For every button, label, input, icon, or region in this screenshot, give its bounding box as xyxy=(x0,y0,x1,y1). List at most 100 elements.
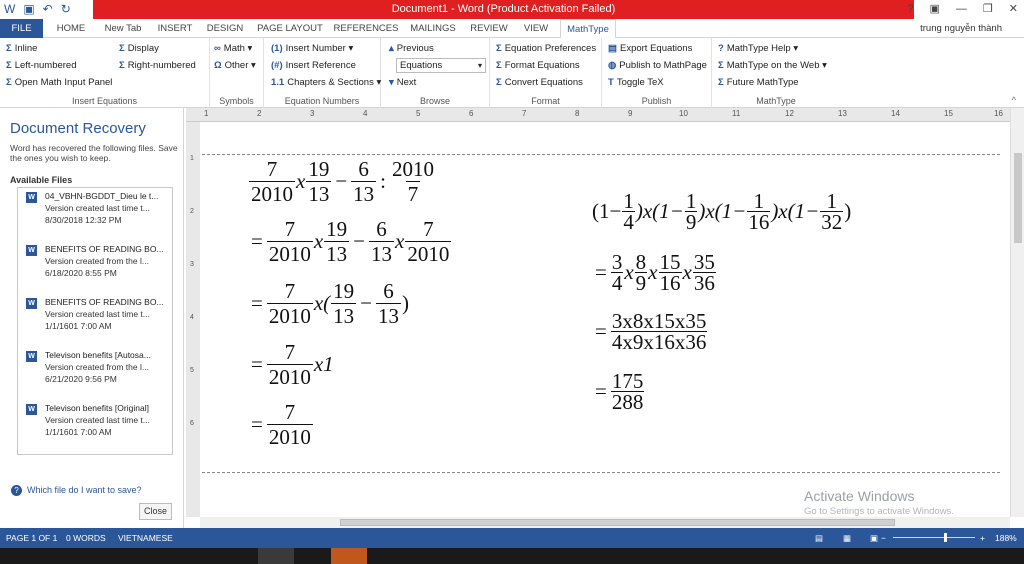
tab-references[interactable]: REFERENCES xyxy=(332,19,400,38)
word-doc-icon: W xyxy=(26,404,37,415)
language-indicator[interactable]: VIETNAMESE xyxy=(118,528,173,548)
toggle-tex-button[interactable]: T Toggle TeX xyxy=(608,76,664,89)
tab-file[interactable]: FILE xyxy=(0,19,43,38)
expression-part: )x(1− xyxy=(635,199,684,223)
tab-mathtype[interactable]: MathType xyxy=(560,19,616,39)
previous-button[interactable]: ▴ Previous xyxy=(389,42,434,55)
chapters-sections-button[interactable]: 1.1 Chapters & Sections ▾ xyxy=(271,76,381,89)
insert-reference-button[interactable]: (#) Insert Reference xyxy=(271,59,356,72)
help-icon[interactable]: ? xyxy=(907,0,913,19)
denominator: 2010 xyxy=(266,424,313,449)
which-file-help-link[interactable]: ? Which file do I want to save? xyxy=(11,485,142,496)
ribbon-display-icon[interactable]: ▣ xyxy=(930,0,940,19)
tab-view[interactable]: VIEW xyxy=(517,19,555,38)
number-icon: (1) xyxy=(271,43,283,54)
numerator: 1 xyxy=(623,189,634,213)
recovered-file-item[interactable]: W Televison benefits [Original] Version … xyxy=(18,400,172,452)
close-icon[interactable]: ✕ xyxy=(1009,0,1018,19)
mathtype-help-button[interactable]: ? MathType Help ▾ xyxy=(718,42,798,55)
web-layout-icon[interactable]: ▣ xyxy=(870,528,878,548)
denominator: 36 xyxy=(692,271,716,295)
math-symbols-button[interactable]: ∞ Math ▾ xyxy=(214,42,252,55)
page-count[interactable]: PAGE 1 OF 1 xyxy=(6,528,57,548)
recovered-file-item[interactable]: W 04_VBHN-BGDDT_Dieu le t... Version cre… xyxy=(18,188,172,240)
insert-number-button[interactable]: (1) Insert Number ▾ xyxy=(271,42,353,55)
sigma-icon: Σ xyxy=(119,43,125,54)
numerator: 3x8x15x35 xyxy=(611,309,707,333)
numerator: 7 xyxy=(423,217,434,241)
denominator: 7 xyxy=(405,181,421,206)
left-numbered-button[interactable]: Σ Left-numbered xyxy=(6,59,77,72)
word-count[interactable]: 0 WORDS xyxy=(66,528,106,548)
user-account[interactable]: trung nguyễn thành xyxy=(920,19,1002,38)
zoom-level[interactable]: 188% xyxy=(995,528,1017,548)
denominator: 2010 xyxy=(266,364,313,389)
print-layout-icon[interactable]: ▦ xyxy=(843,528,851,548)
help-link-text: Which file do I want to save? xyxy=(27,485,142,495)
tab-new-tab[interactable]: New Tab xyxy=(97,19,149,38)
ribbon-tabs: FILE HOME New Tab INSERT DESIGN PAGE LAY… xyxy=(0,19,1024,39)
ruler-number: 5 xyxy=(190,367,194,374)
zoom-in-icon[interactable]: + xyxy=(980,528,985,548)
fraction: 7 2010 xyxy=(405,217,452,265)
horizontal-scrollbar[interactable] xyxy=(200,517,1010,528)
denominator: 13 xyxy=(351,181,377,206)
equation-preferences-button[interactable]: Σ Equation Preferences xyxy=(496,42,596,55)
tab-insert[interactable]: INSERT xyxy=(153,19,197,38)
publish-to-mathpage-button[interactable]: ◍ Publish to MathPage xyxy=(608,59,707,72)
tab-page-layout[interactable]: PAGE LAYOUT xyxy=(253,19,327,38)
future-mathtype-button[interactable]: Σ Future MathType xyxy=(718,76,799,89)
vertical-ruler[interactable]: 1 2 3 4 5 6 xyxy=(186,122,200,517)
fraction: 6 13 xyxy=(376,280,402,327)
scroll-thumb[interactable] xyxy=(340,519,895,526)
ruler-number: 3 xyxy=(190,261,194,268)
ruler-number: 14 xyxy=(891,109,900,118)
recovered-file-item[interactable]: W BENEFITS OF READING BO... Version crea… xyxy=(18,294,172,346)
document-page[interactable]: 7 2010 x 19 13 − 6 13 : 2010 7 = 7 2010 x 19 1… xyxy=(200,122,1010,517)
taskbar-item[interactable] xyxy=(331,548,367,564)
display-button[interactable]: Σ Display xyxy=(119,42,159,55)
other-symbols-button[interactable]: Ω Other ▾ xyxy=(214,59,256,72)
zoom-out-icon[interactable]: − xyxy=(881,528,886,548)
inline-button[interactable]: Σ Inline xyxy=(6,42,37,55)
vertical-scrollbar[interactable] xyxy=(1010,108,1024,517)
restore-icon[interactable]: ❐ xyxy=(983,0,993,19)
read-mode-icon[interactable]: ▤ xyxy=(815,528,823,548)
collapse-ribbon-icon[interactable]: ^ xyxy=(1012,95,1016,105)
close-button[interactable]: Close xyxy=(139,503,172,520)
zoom-slider-handle[interactable] xyxy=(944,533,947,542)
scroll-thumb[interactable] xyxy=(1014,153,1022,243)
redo-icon[interactable]: ↻ xyxy=(61,1,71,18)
minimize-icon[interactable]: — xyxy=(956,0,967,19)
group-insert-equations: Σ Inline Σ Display Σ Left-numbered Σ Right-n… xyxy=(0,38,210,108)
save-icon[interactable]: ▣ xyxy=(23,1,34,18)
equation-line: = 175 288 xyxy=(592,371,645,413)
available-files-label: Available Files xyxy=(10,175,73,185)
right-numbered-button[interactable]: Σ Right-numbered xyxy=(119,59,196,72)
browse-type-select[interactable]: Equations ▾ xyxy=(396,58,486,73)
horizontal-ruler[interactable]: 1 2 3 4 5 6 7 8 9 10 11 12 13 14 15 16 xyxy=(186,108,1010,122)
denominator: 16 xyxy=(658,271,682,295)
times-one: x1 xyxy=(313,352,334,376)
recovered-file-item[interactable]: W Televison benefits [Autosa... Version … xyxy=(18,347,172,399)
tab-mailings[interactable]: MAILINGS xyxy=(405,19,461,38)
denominator: 13 xyxy=(369,241,395,266)
toggle-tex-label: Toggle TeX xyxy=(616,77,664,88)
undo-icon[interactable]: ↶ xyxy=(43,1,53,18)
times-paren: x( xyxy=(313,291,331,315)
page-boundary xyxy=(202,154,1000,155)
numerator: 7 xyxy=(266,157,278,181)
export-equations-label: Export Equations xyxy=(619,43,693,54)
convert-equations-button[interactable]: Σ Convert Equations xyxy=(496,76,583,89)
format-equations-button[interactable]: Σ Format Equations xyxy=(496,59,580,72)
tab-home[interactable]: HOME xyxy=(50,19,92,38)
open-math-input-panel-button[interactable]: Σ Open Math Input Panel xyxy=(6,76,112,89)
tab-design[interactable]: DESIGN xyxy=(201,19,249,38)
zoom-slider[interactable] xyxy=(893,537,975,538)
tab-review[interactable]: REVIEW xyxy=(466,19,512,38)
recovered-file-item[interactable]: W BENEFITS OF READING BO... Version crea… xyxy=(18,241,172,293)
next-button[interactable]: ▾ Next xyxy=(389,76,416,89)
mathtype-on-web-button[interactable]: Σ MathType on the Web ▾ xyxy=(718,59,827,72)
taskbar-item[interactable] xyxy=(258,548,294,564)
export-equations-button[interactable]: ▤ Export Equations xyxy=(608,42,692,55)
